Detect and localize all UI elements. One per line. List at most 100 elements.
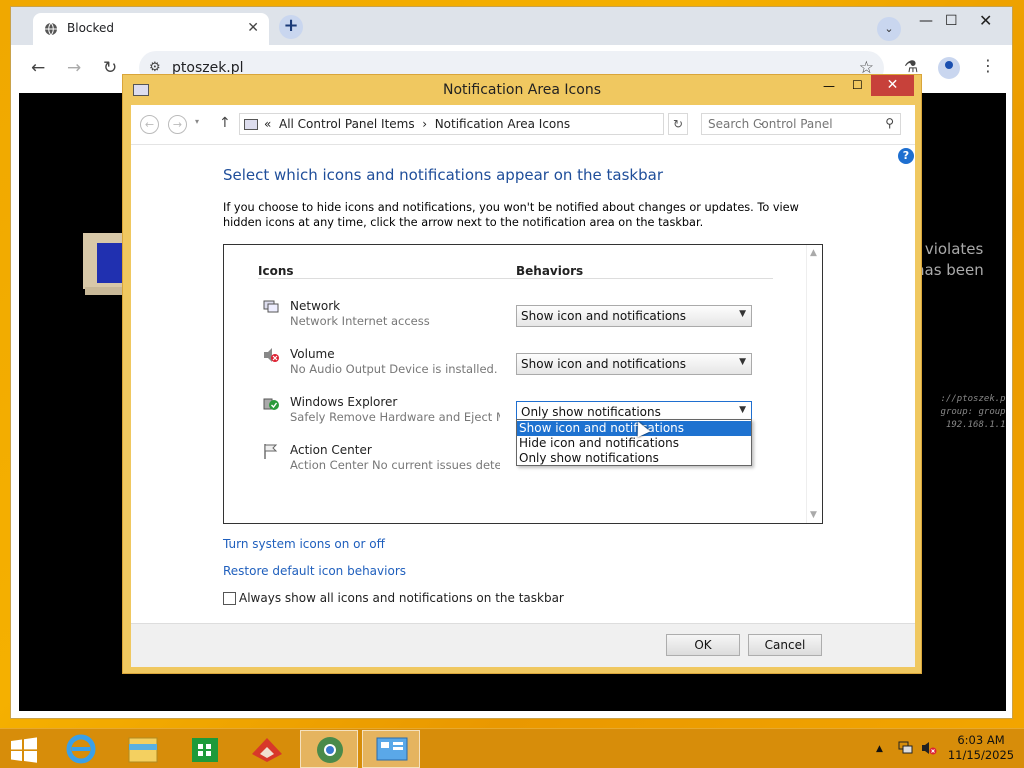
column-header-behaviors: Behaviors: [516, 264, 584, 278]
computer-icon: [244, 119, 258, 130]
maximize-icon[interactable]: ☐: [852, 78, 863, 92]
internet-explorer-icon: [66, 734, 96, 764]
clock-date: 11/15/2025: [947, 748, 1015, 762]
blocked-message-line: : violates: [915, 240, 984, 258]
item-description: Safely Remove Hardware and Eject M...: [290, 410, 500, 424]
app-red-icon: [252, 738, 282, 762]
list-item: Network Network Internet access Show ico…: [262, 297, 782, 337]
icons-list: ▲ ▼ Icons Behaviors Network Network Inte…: [223, 244, 823, 524]
search-box[interactable]: ⚲: [701, 113, 901, 135]
breadcrumb-path: « All Control Panel Items › Notification…: [264, 117, 571, 131]
blocked-message: : violates has been: [915, 239, 984, 281]
list-item: Volume No Audio Output Device is install…: [262, 345, 782, 385]
show-hidden-icons-arrow[interactable]: ▲: [876, 744, 883, 754]
network-tray-icon[interactable]: [898, 741, 914, 755]
dialog-content: ? Select which icons and notifications a…: [131, 145, 915, 623]
ok-button[interactable]: OK: [666, 634, 740, 656]
blocked-group: group: group1: [940, 407, 1006, 417]
refresh-icon[interactable]: ↻: [668, 113, 688, 135]
item-description: Action Center No current issues dete...: [290, 458, 500, 472]
chevron-down-icon: ▼: [739, 405, 746, 415]
taskbar-clock[interactable]: 6:03 AM 11/15/2025: [946, 733, 1016, 763]
flag-icon: [264, 444, 278, 459]
tab-close-icon[interactable]: ✕: [247, 20, 259, 36]
close-button[interactable]: ✕: [871, 75, 914, 96]
always-show-checkbox[interactable]: [223, 592, 236, 605]
volume-muted-tray-icon[interactable]: [921, 741, 937, 755]
selected-behavior: Only show notifications: [521, 405, 661, 419]
taskbar-app[interactable]: [114, 730, 172, 768]
scrollbar[interactable]: ▲ ▼: [806, 245, 822, 523]
search-input[interactable]: [708, 117, 878, 131]
back-icon[interactable]: ←: [140, 115, 159, 134]
minimize-icon[interactable]: —: [823, 79, 835, 93]
breadcrumb-all-control-panel[interactable]: All Control Panel Items: [279, 117, 415, 131]
windows-start-icon[interactable]: [9, 737, 39, 763]
forward-icon[interactable]: →: [168, 115, 187, 134]
safely-remove-icon: [263, 398, 279, 410]
menu-kebab-icon[interactable]: ⋮: [980, 56, 996, 75]
breadcrumb-notification-area[interactable]: Notification Area Icons: [435, 117, 570, 131]
taskbar-app[interactable]: [362, 730, 420, 768]
taskbar: ▲ 6:03 AM 11/15/2025: [0, 728, 1024, 768]
store-icon: [192, 738, 218, 762]
chevron-down-icon: ▼: [739, 309, 746, 319]
scroll-up-icon[interactable]: ▲: [810, 248, 817, 258]
taskbar-app[interactable]: [52, 730, 110, 768]
taskbar-app[interactable]: [300, 730, 358, 768]
item-name: Action Center: [290, 443, 372, 457]
chevron-down-icon: ▼: [739, 357, 746, 367]
explorer-address-bar: ← → ▾ ↑ « All Control Panel Items › Noti…: [131, 105, 915, 145]
site-info-icon[interactable]: ⚙: [149, 60, 161, 75]
reload-icon[interactable]: ↻: [103, 58, 117, 78]
chrome-icon: [317, 737, 343, 763]
scroll-down-icon[interactable]: ▼: [810, 510, 817, 520]
item-name: Volume: [290, 347, 335, 361]
dropdown-option-only-notifications[interactable]: Only show notifications: [517, 451, 751, 466]
maximize-icon[interactable]: ☐: [945, 13, 958, 29]
recent-locations-icon[interactable]: ▾: [195, 117, 199, 126]
browser-tab[interactable]: Blocked ✕: [33, 13, 269, 45]
breadcrumb[interactable]: « All Control Panel Items › Notification…: [239, 113, 765, 135]
volume-muted-icon: [264, 348, 279, 362]
new-tab-button[interactable]: +: [279, 15, 303, 39]
restore-defaults-link[interactable]: Restore default icon behaviors: [223, 564, 406, 578]
globe-icon: [45, 22, 57, 36]
search-icon[interactable]: ⚲: [885, 116, 894, 130]
forward-icon[interactable]: →: [67, 58, 81, 78]
breadcrumb-overflow[interactable]: «: [264, 117, 271, 131]
dialog-footer: OK Cancel: [131, 623, 915, 667]
header-divider: [258, 278, 773, 279]
blocked-url: ://ptoszek.pl: [940, 394, 1006, 404]
taskbar-app[interactable]: [176, 730, 234, 768]
notification-area-icons-window: Notification Area Icons — ☐ ✕ ← → ▾ ↑ « …: [122, 74, 922, 674]
window-titlebar[interactable]: Notification Area Icons — ☐ ✕: [123, 75, 921, 105]
intro-text: If you choose to hide icons and notifica…: [223, 201, 799, 229]
minimize-icon[interactable]: —: [919, 13, 933, 29]
item-description: Network Internet access: [290, 314, 430, 328]
tab-search-button[interactable]: ⌄: [877, 17, 901, 41]
control-panel-icon: [376, 737, 408, 761]
behavior-select-volume[interactable]: Show icon and notifications ▼: [516, 353, 752, 375]
turn-system-icons-link[interactable]: Turn system icons on or off: [223, 537, 385, 551]
blocked-message-line: has been: [915, 261, 984, 279]
network-icon: [263, 300, 279, 313]
item-description: No Audio Output Device is installed.: [290, 362, 498, 376]
tab-title: Blocked: [67, 21, 115, 35]
close-icon[interactable]: ✕: [979, 11, 992, 30]
item-name: Network: [290, 299, 341, 313]
up-arrow-icon[interactable]: ↑: [219, 115, 231, 131]
blocked-details: ://ptoszek.pl group: group1 192.168.1.19: [921, 393, 1006, 432]
column-header-icons: Icons: [258, 264, 294, 278]
selected-behavior: Show icon and notifications: [521, 357, 687, 371]
back-icon[interactable]: ←: [31, 58, 45, 78]
profile-avatar[interactable]: [938, 57, 960, 79]
item-name: Windows Explorer: [290, 395, 398, 409]
clock-time: 6:03 AM: [957, 733, 1005, 747]
behavior-select-network[interactable]: Show icon and notifications ▼: [516, 305, 752, 327]
taskbar-app[interactable]: [238, 730, 296, 768]
cancel-button[interactable]: Cancel: [748, 634, 822, 656]
dropdown-option-hide-icon[interactable]: Hide icon and notifications: [517, 436, 751, 451]
always-show-label[interactable]: Always show all icons and notifications …: [239, 591, 564, 605]
help-icon[interactable]: ?: [898, 148, 914, 164]
